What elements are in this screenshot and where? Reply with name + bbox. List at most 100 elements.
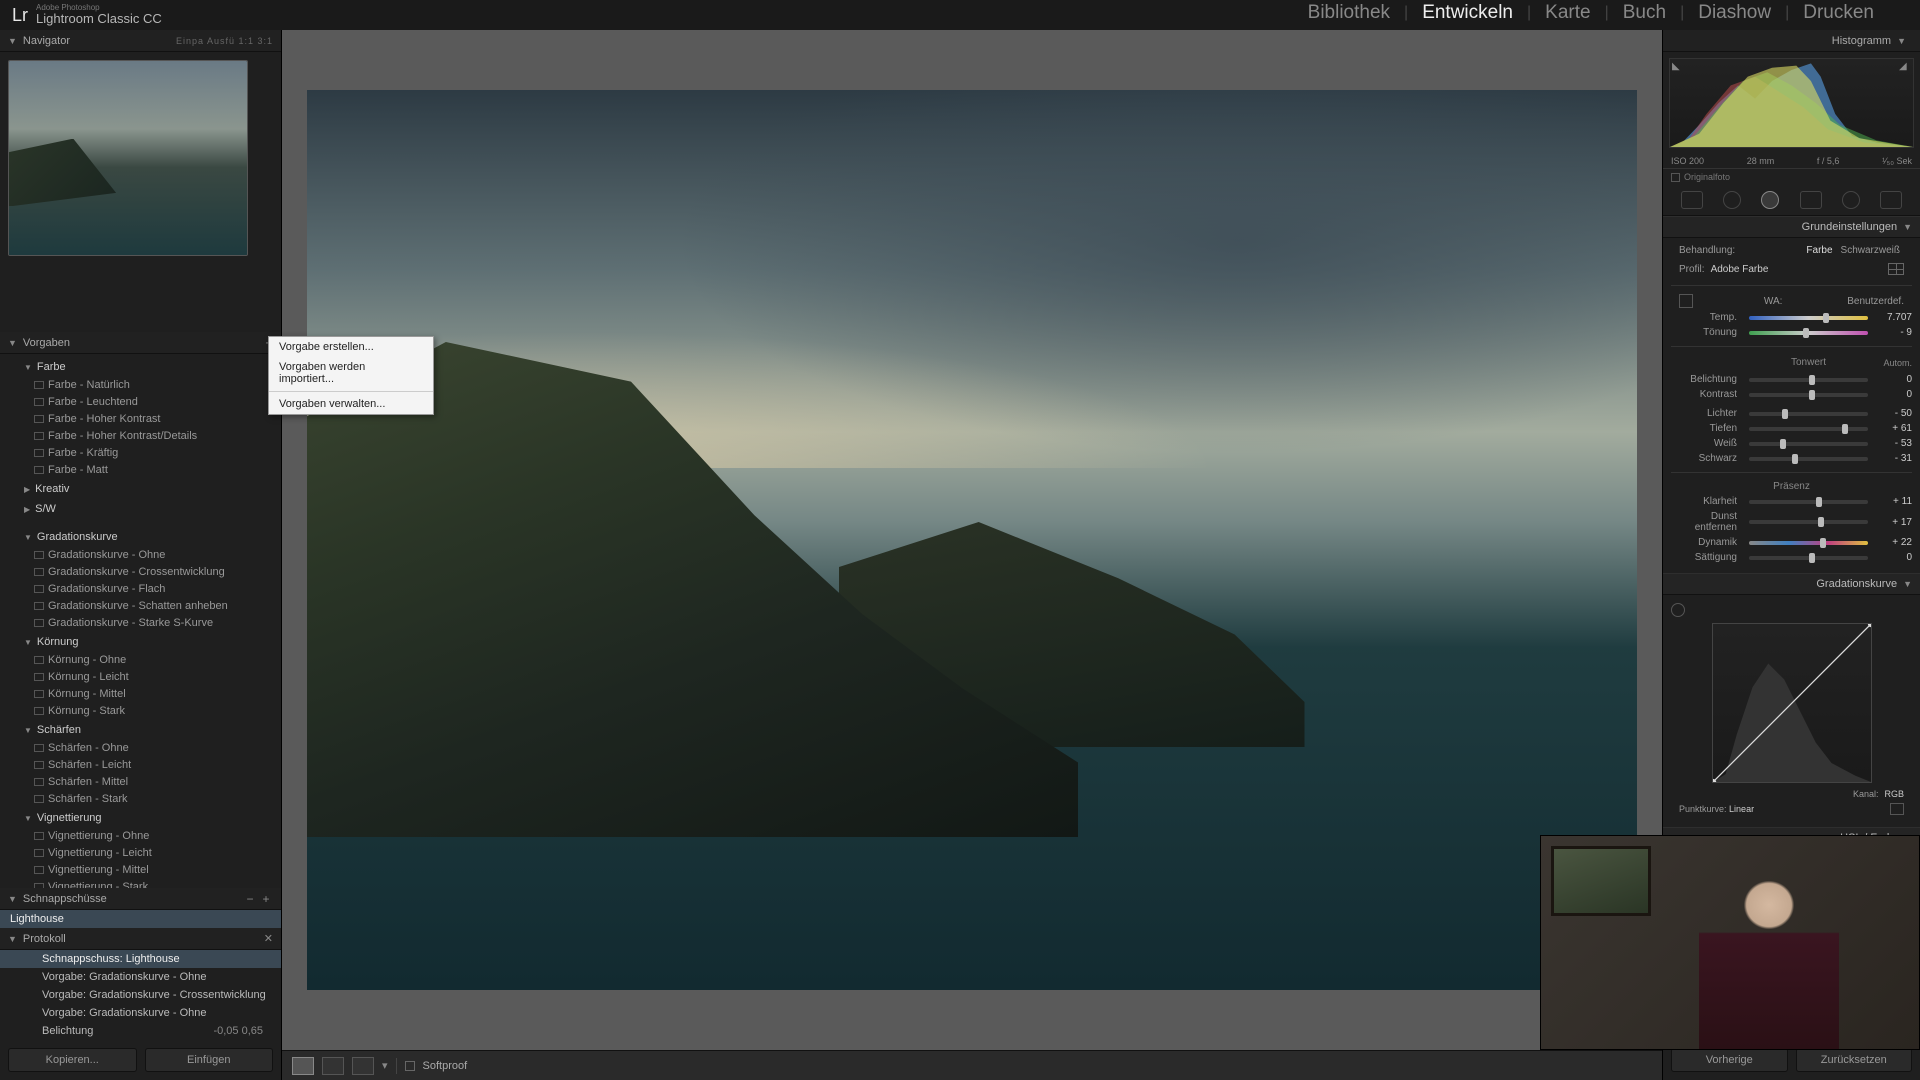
history-item[interactable]: Vorgabe: Gradationskurve - Crossentwickl…: [0, 986, 281, 1004]
preview-image[interactable]: [307, 90, 1637, 990]
shadow-clip-icon[interactable]: ◣: [1672, 61, 1684, 73]
navigator-thumbnail[interactable]: [8, 60, 248, 256]
loupe-view-icon[interactable]: [292, 1057, 314, 1075]
curve-channel-row[interactable]: Kanal:RGB: [1671, 785, 1912, 799]
curve-target-icon[interactable]: [1671, 603, 1685, 617]
menu-manage-presets[interactable]: Vorgaben verwalten...: [269, 394, 433, 414]
module-tab[interactable]: Diashow: [1684, 2, 1785, 24]
preset-item[interactable]: Vignettierung - Leicht: [24, 844, 273, 861]
preview-area[interactable]: [282, 30, 1662, 1050]
module-tab[interactable]: Buch: [1609, 2, 1680, 24]
preset-group-header[interactable]: ▼Farbe: [24, 358, 273, 376]
menu-create-preset[interactable]: Vorgabe erstellen...: [269, 337, 433, 357]
preset-item[interactable]: Vignettierung - Stark: [24, 878, 273, 888]
curve-header[interactable]: Gradationskurve▼: [1663, 573, 1920, 595]
preset-item[interactable]: Schärfen - Mittel: [24, 773, 273, 790]
auto-tone-button[interactable]: Autom.: [1874, 358, 1912, 368]
preset-group-header[interactable]: ▶S/W: [24, 500, 273, 518]
curve-edit-icon[interactable]: [1890, 803, 1904, 815]
reset-button[interactable]: Zurücksetzen: [1796, 1048, 1913, 1072]
redeye-tool-icon[interactable]: [1761, 191, 1779, 209]
profile-row[interactable]: Profil: Adobe Farbe: [1671, 259, 1912, 279]
preset-group-header[interactable]: ▼Schärfen: [24, 721, 273, 739]
preset-item[interactable]: Schärfen - Stark: [24, 790, 273, 807]
preset-group-header[interactable]: ▶Kreativ: [24, 480, 273, 498]
slider-track[interactable]: [1749, 378, 1868, 382]
brush-tool-icon[interactable]: [1880, 191, 1902, 209]
wb-picker-icon[interactable]: [1679, 294, 1693, 308]
slider-track[interactable]: [1749, 556, 1868, 560]
minus-icon[interactable]: −: [243, 893, 257, 905]
slider-track[interactable]: [1749, 457, 1868, 461]
preset-item[interactable]: Farbe - Natürlich: [24, 376, 273, 393]
history-item[interactable]: Vorgabe: Gradationskurve - Ohne: [0, 968, 281, 986]
preset-item[interactable]: Gradationskurve - Schatten anheben: [24, 597, 273, 614]
original-photo-row[interactable]: Originalfoto: [1663, 169, 1920, 185]
softproof-checkbox[interactable]: [405, 1061, 415, 1071]
preset-item[interactable]: Gradationskurve - Ohne: [24, 546, 273, 563]
preset-item[interactable]: Schärfen - Leicht: [24, 756, 273, 773]
preset-item[interactable]: Vignettierung - Mittel: [24, 861, 273, 878]
history-item[interactable]: Belichtung-0,05 0,65: [0, 1022, 281, 1040]
copy-button[interactable]: Kopieren...: [8, 1048, 137, 1072]
paste-button[interactable]: Einfügen: [145, 1048, 274, 1072]
slider-track[interactable]: [1749, 316, 1868, 320]
treatment-color[interactable]: Farbe: [1802, 245, 1836, 256]
snapshots-header[interactable]: ▼ Schnappschüsse −+: [0, 888, 281, 910]
preset-item[interactable]: Gradationskurve - Crossentwicklung: [24, 563, 273, 580]
preset-item[interactable]: Farbe - Matt: [24, 461, 273, 478]
preset-item[interactable]: Körnung - Ohne: [24, 651, 273, 668]
history-item[interactable]: Vorgabe: Gradationskurve - Ohne: [0, 1004, 281, 1022]
slider-track[interactable]: [1749, 393, 1868, 397]
slider-track[interactable]: [1749, 412, 1868, 416]
view-menu-icon[interactable]: ▾: [382, 1059, 388, 1072]
wb-mode[interactable]: Benutzerdef.: [1847, 296, 1904, 307]
preset-item[interactable]: Farbe - Kräftig: [24, 444, 273, 461]
preset-item[interactable]: Körnung - Leicht: [24, 668, 273, 685]
slider-track[interactable]: [1749, 427, 1868, 431]
plus-icon[interactable]: +: [259, 893, 273, 905]
preset-item[interactable]: Gradationskurve - Flach: [24, 580, 273, 597]
module-tab[interactable]: Drucken: [1789, 2, 1888, 24]
slider-track[interactable]: [1749, 442, 1868, 446]
grad-filter-icon[interactable]: [1800, 191, 1822, 209]
history-clear-icon[interactable]: ✕: [264, 932, 273, 945]
preset-group-header[interactable]: ▼Gradationskurve: [24, 528, 273, 546]
navigator-zoom-options[interactable]: Einpa Ausfü 1:1 3:1: [176, 36, 273, 46]
preset-item[interactable]: Körnung - Mittel: [24, 685, 273, 702]
original-checkbox[interactable]: [1671, 173, 1680, 182]
slider-track[interactable]: [1749, 500, 1868, 504]
histogram[interactable]: ◣ ◢: [1669, 58, 1914, 148]
basic-header[interactable]: Grundeinstellungen▼: [1663, 216, 1920, 238]
tone-curve[interactable]: [1712, 623, 1872, 783]
radial-filter-icon[interactable]: [1842, 191, 1860, 209]
crop-tool-icon[interactable]: [1681, 191, 1703, 209]
preset-item[interactable]: Farbe - Hoher Kontrast: [24, 410, 273, 427]
preset-group-header[interactable]: ▼Körnung: [24, 633, 273, 651]
preset-group-header[interactable]: ▼Vignettierung: [24, 809, 273, 827]
module-tab[interactable]: Entwickeln: [1408, 2, 1527, 24]
module-tab[interactable]: Karte: [1531, 2, 1604, 24]
preset-item[interactable]: Farbe - Leuchtend: [24, 393, 273, 410]
highlight-clip-icon[interactable]: ◢: [1899, 61, 1911, 73]
slider-track[interactable]: [1749, 520, 1868, 524]
before-after-tb-icon[interactable]: [352, 1057, 374, 1075]
preset-item[interactable]: Vignettierung - Ohne: [24, 827, 273, 844]
slider-track[interactable]: [1749, 331, 1868, 335]
history-header[interactable]: ▼ Protokoll ✕: [0, 928, 281, 950]
slider-track[interactable]: [1749, 541, 1868, 545]
spot-tool-icon[interactable]: [1723, 191, 1741, 209]
navigator-header[interactable]: ▼ Navigator Einpa Ausfü 1:1 3:1: [0, 30, 281, 52]
profile-browser-icon[interactable]: [1888, 263, 1904, 275]
preset-item[interactable]: Schärfen - Ohne: [24, 739, 273, 756]
snapshot-item[interactable]: Lighthouse: [0, 910, 281, 928]
treatment-bw[interactable]: Schwarzweiß: [1837, 245, 1904, 256]
preset-item[interactable]: Gradationskurve - Starke S-Kurve: [24, 614, 273, 631]
histogram-header[interactable]: Histogramm ▼: [1663, 30, 1920, 52]
preset-item[interactable]: Körnung - Stark: [24, 702, 273, 719]
module-tab[interactable]: Bibliothek: [1294, 2, 1404, 24]
preset-item[interactable]: Farbe - Hoher Kontrast/Details: [24, 427, 273, 444]
previous-button[interactable]: Vorherige: [1671, 1048, 1788, 1072]
presets-header[interactable]: ▼ Vorgaben +: [0, 332, 281, 354]
curve-point-row[interactable]: Punktkurve: Linear: [1671, 799, 1912, 819]
